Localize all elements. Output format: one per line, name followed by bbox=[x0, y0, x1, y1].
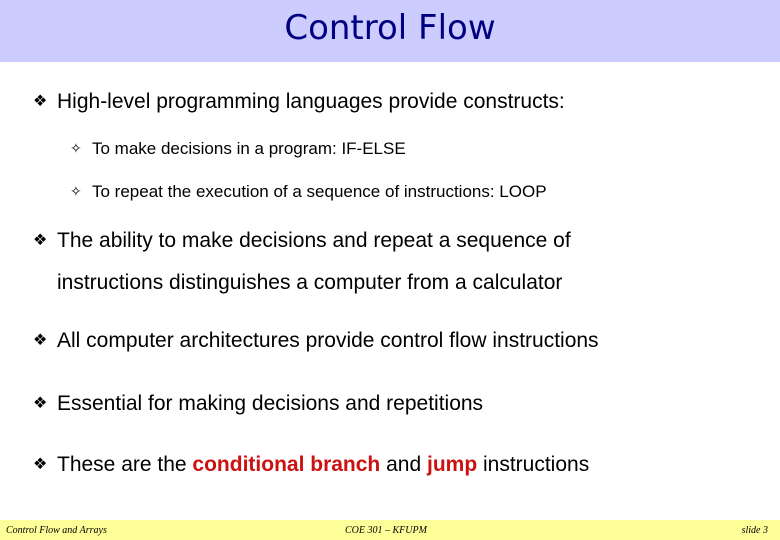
bullet-3: ❖ All computer architectures provide cont… bbox=[33, 329, 599, 353]
footer-center: COE 301 – KFUPM bbox=[345, 525, 427, 536]
slide-title: Control Flow bbox=[284, 8, 496, 48]
highlight-jump: jump bbox=[426, 453, 478, 476]
bullet-1: ❖ High-level programming languages provid… bbox=[33, 90, 565, 114]
bullet-text: To make decisions in a program: IF-ELSE bbox=[92, 139, 406, 158]
bullet-text: The ability to make decisions and repeat… bbox=[57, 229, 571, 252]
bullet-text-pre: These are the bbox=[57, 453, 193, 476]
bullet-text-post: instructions bbox=[477, 453, 590, 476]
bullet-5: ❖ These are the conditional branch and ju… bbox=[33, 453, 589, 477]
bullet-text-mid: and bbox=[380, 453, 427, 476]
diamond-bullet-icon: ❖ bbox=[33, 395, 48, 412]
diamond-bullet-icon: ❖ bbox=[33, 93, 48, 110]
diamond-bullet-icon: ❖ bbox=[33, 232, 48, 249]
sub-bullet-2: ✧ To repeat the execution of a sequence o… bbox=[70, 182, 547, 202]
diamond-bullet-icon: ❖ bbox=[33, 456, 48, 473]
star-bullet-icon: ✧ bbox=[70, 183, 82, 199]
bullet-4: ❖ Essential for making decisions and repe… bbox=[33, 392, 483, 416]
footer-left: Control Flow and Arrays bbox=[6, 525, 107, 536]
star-bullet-icon: ✧ bbox=[70, 140, 82, 156]
bullet-2: ❖ The ability to make decisions and repea… bbox=[33, 229, 571, 253]
highlight-conditional-branch: conditional branch bbox=[192, 453, 381, 476]
footer-right: slide 3 bbox=[741, 525, 768, 536]
diamond-bullet-icon: ❖ bbox=[33, 332, 48, 349]
bullet-text: To repeat the execution of a sequence of… bbox=[92, 182, 547, 201]
footer: Control Flow and Arrays COE 301 – KFUPM … bbox=[0, 520, 780, 540]
bullet-2-continuation: instructions distinguishes a computer fr… bbox=[57, 271, 563, 294]
bullet-text: High-level programming languages provide… bbox=[57, 90, 565, 113]
bullet-text: All computer architectures provide contr… bbox=[57, 329, 599, 352]
title-bar: Control Flow bbox=[0, 0, 780, 62]
bullet-text: Essential for making decisions and repet… bbox=[57, 392, 484, 415]
sub-bullet-1: ✧ To make decisions in a program: IF-ELSE bbox=[70, 139, 406, 159]
